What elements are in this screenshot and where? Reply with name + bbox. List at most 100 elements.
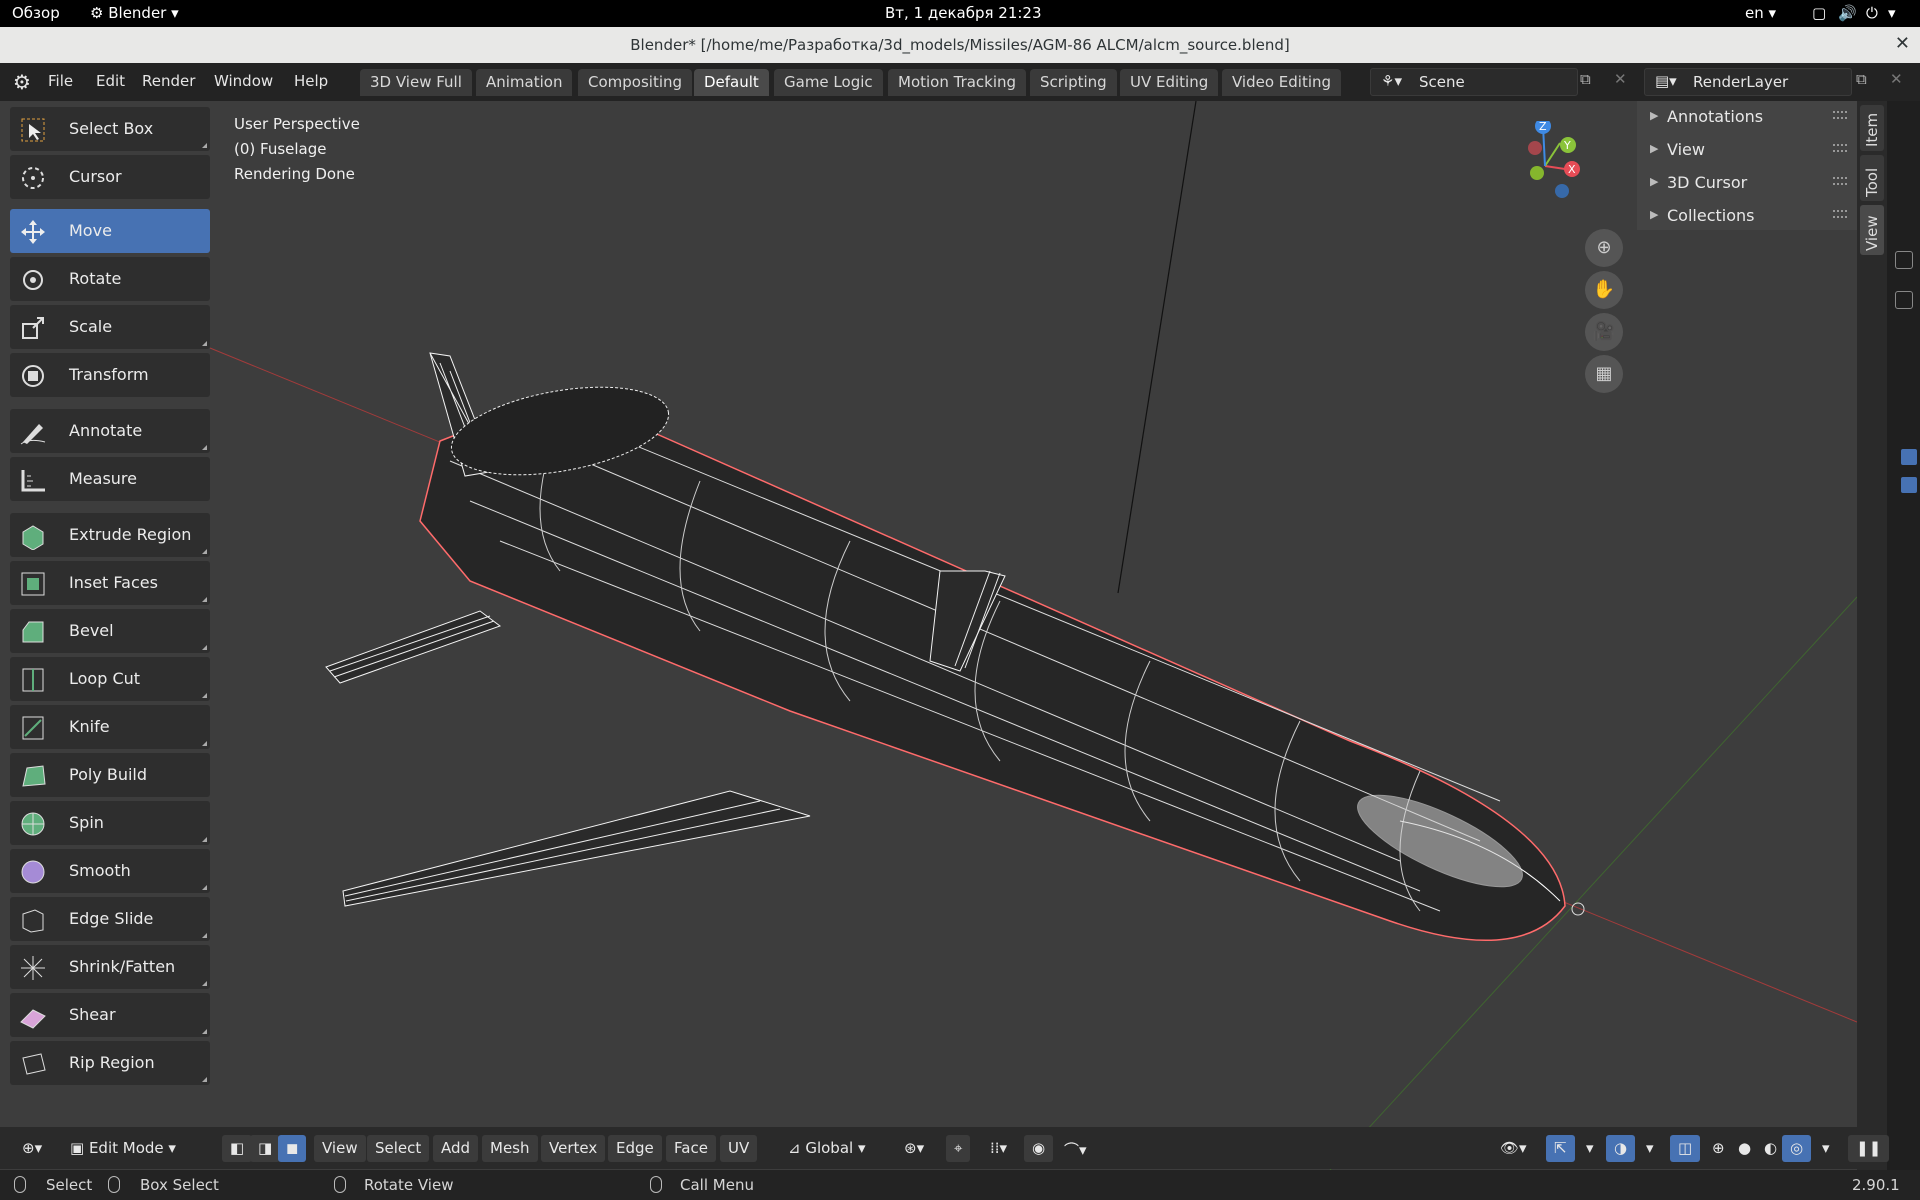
xray-toggle-icon[interactable]: ◫	[1670, 1135, 1701, 1162]
tool-rip-region[interactable]: Rip Region	[10, 1041, 210, 1085]
blender-logo-icon[interactable]: ⚙	[13, 70, 31, 94]
header-menu-mesh[interactable]: Mesh	[482, 1135, 538, 1162]
chevron-down-icon[interactable]: ▾	[1814, 1135, 1838, 1162]
scene-selector[interactable]: ⚘▾ Scene	[1370, 68, 1578, 96]
drag-grip-icon[interactable]	[1833, 177, 1847, 185]
mode-selector[interactable]: ▣ Edit Mode ▾	[62, 1135, 212, 1162]
tool-edge-slide[interactable]: Edge Slide	[10, 897, 210, 941]
tab-motion-tracking[interactable]: Motion Tracking	[888, 69, 1027, 96]
tab-tool[interactable]: Tool	[1860, 155, 1884, 201]
drag-grip-icon[interactable]	[1833, 144, 1847, 152]
gizmo-neg-x-axis[interactable]	[1528, 141, 1542, 155]
tool-bevel[interactable]: Bevel	[10, 609, 210, 653]
panel-collections[interactable]: ▶ Collections	[1637, 200, 1857, 232]
tool-spin[interactable]: Spin	[10, 801, 210, 845]
drag-grip-icon[interactable]	[1833, 111, 1847, 119]
menu-edit[interactable]: Edit	[96, 72, 125, 90]
tool-annotate[interactable]: Annotate	[10, 409, 210, 453]
3d-viewport[interactable]: User Perspective (0) Fuselage Rendering …	[0, 101, 1857, 1170]
tab-compositing[interactable]: Compositing	[578, 69, 693, 96]
new-scene-icon[interactable]: ⧉	[1580, 70, 1591, 88]
panel-view[interactable]: ▶ View	[1637, 134, 1857, 166]
tool-shrink-fatten[interactable]: Shrink/Fatten	[10, 945, 210, 989]
header-menu-add[interactable]: Add	[433, 1135, 479, 1162]
tab-default[interactable]: Default	[694, 69, 769, 96]
tool-rotate[interactable]: Rotate	[10, 257, 210, 301]
tool-knife[interactable]: Knife	[10, 705, 210, 749]
header-menu-edge[interactable]: Edge	[608, 1135, 662, 1162]
chevron-down-icon[interactable]: ▾	[1578, 1135, 1602, 1162]
tab-item[interactable]: Item	[1860, 105, 1884, 151]
perspective-grid-icon[interactable]: ▦	[1585, 355, 1623, 393]
pivot-point-icon[interactable]: ⊛▾	[896, 1135, 932, 1162]
rendered-shading-icon[interactable]: ◎	[1782, 1135, 1812, 1162]
close-icon[interactable]: ✕	[1895, 33, 1910, 54]
tool-loop-cut[interactable]: Loop Cut	[10, 657, 210, 701]
header-menu-select[interactable]: Select	[367, 1135, 430, 1162]
tab-animation[interactable]: Animation	[476, 69, 573, 96]
tab-scripting[interactable]: Scripting	[1030, 69, 1117, 96]
tool-inset-faces[interactable]: Inset Faces	[10, 561, 210, 605]
solid-shading-icon[interactable]: ●	[1730, 1135, 1759, 1162]
header-menu-face[interactable]: Face	[666, 1135, 716, 1162]
transform-orientation[interactable]: ⊿ Global ▾	[780, 1135, 874, 1162]
clock[interactable]: Вт, 1 декабря 21:23	[885, 4, 1042, 22]
menu-render[interactable]: Render	[142, 72, 195, 90]
tool-measure[interactable]: Measure	[10, 457, 210, 501]
tab-view[interactable]: View	[1860, 205, 1884, 255]
tab-3d-view-full[interactable]: 3D View Full	[360, 69, 472, 96]
pan-hand-icon[interactable]: ✋	[1585, 271, 1623, 309]
header-menu-uv[interactable]: UV	[720, 1135, 758, 1162]
tool-scale[interactable]: Scale	[10, 305, 210, 349]
remove-render-layer-icon[interactable]: ✕	[1890, 70, 1903, 88]
drag-grip-icon[interactable]	[1833, 210, 1847, 218]
tool-shear[interactable]: Shear	[10, 993, 210, 1037]
material-shading-icon[interactable]: ◐	[1756, 1135, 1785, 1162]
zoom-icon[interactable]: ⊕	[1585, 229, 1623, 267]
properties-editor-strip[interactable]	[1887, 101, 1920, 1170]
gizmo-neg-z-axis[interactable]	[1555, 184, 1569, 198]
header-menu-view[interactable]: View	[314, 1135, 366, 1162]
language-indicator[interactable]: en ▾	[1745, 4, 1776, 22]
snap-icon[interactable]: ⌖	[946, 1135, 971, 1162]
menu-file[interactable]: File	[48, 72, 73, 90]
camera-icon[interactable]: 🎥	[1585, 313, 1623, 351]
tool-cursor[interactable]: Cursor	[10, 155, 210, 199]
visibility-icon[interactable]: 👁▾	[1492, 1135, 1535, 1162]
activities-button[interactable]: Обзор	[12, 4, 60, 22]
window-icon[interactable]: ▢	[1812, 4, 1828, 22]
vertex-select-icon[interactable]: ◧	[222, 1135, 253, 1162]
tab-uv-editing[interactable]: UV Editing	[1120, 69, 1219, 96]
proportional-edit-icon[interactable]: ◉	[1024, 1135, 1054, 1162]
render-layer-selector[interactable]: ▤▾ RenderLayer	[1644, 68, 1852, 96]
snap-grid-icon[interactable]: ⁞⁞▾	[982, 1135, 1015, 1162]
checkbox[interactable]	[1901, 449, 1917, 465]
tool-transform[interactable]: Transform	[10, 353, 210, 397]
panel-annotations[interactable]: ▶ Annotations	[1637, 101, 1857, 133]
pause-icon[interactable]: ❚❚	[1848, 1135, 1890, 1162]
chevron-down-icon[interactable]: ▾	[1888, 4, 1904, 22]
properties-tab-icon[interactable]	[1895, 291, 1913, 309]
edge-select-icon[interactable]: ◨	[250, 1135, 281, 1162]
overlay-toggle-icon[interactable]: ◑	[1606, 1135, 1636, 1162]
tool-select-box[interactable]: Select Box	[10, 107, 210, 151]
app-menu[interactable]: ⚙ Blender ▾	[90, 4, 179, 22]
tool-move[interactable]: Move	[10, 209, 210, 253]
power-icon[interactable]: ⏻	[1866, 4, 1882, 22]
checkbox[interactable]	[1901, 477, 1917, 493]
tab-video-editing[interactable]: Video Editing	[1222, 69, 1342, 96]
navigation-gizmo[interactable]: Z Y X	[1500, 121, 1590, 211]
face-select-icon[interactable]: ◼	[278, 1135, 307, 1162]
gizmo-toggle-icon[interactable]: ⇱	[1546, 1135, 1575, 1162]
chevron-down-icon[interactable]: ▾	[1638, 1135, 1662, 1162]
panel-3d-cursor[interactable]: ▶ 3D Cursor	[1637, 167, 1857, 199]
gizmo-neg-y-axis[interactable]	[1530, 166, 1544, 180]
falloff-icon[interactable]: ⌒▾	[1056, 1135, 1095, 1162]
header-menu-vertex[interactable]: Vertex	[541, 1135, 606, 1162]
editor-type-icon[interactable]: ⊕▾	[14, 1135, 50, 1162]
new-render-layer-icon[interactable]: ⧉	[1856, 70, 1867, 88]
volume-icon[interactable]: 🔊	[1838, 4, 1857, 22]
properties-tab-icon[interactable]	[1895, 251, 1913, 269]
tool-smooth[interactable]: Smooth	[10, 849, 210, 893]
menu-window[interactable]: Window	[214, 72, 273, 90]
